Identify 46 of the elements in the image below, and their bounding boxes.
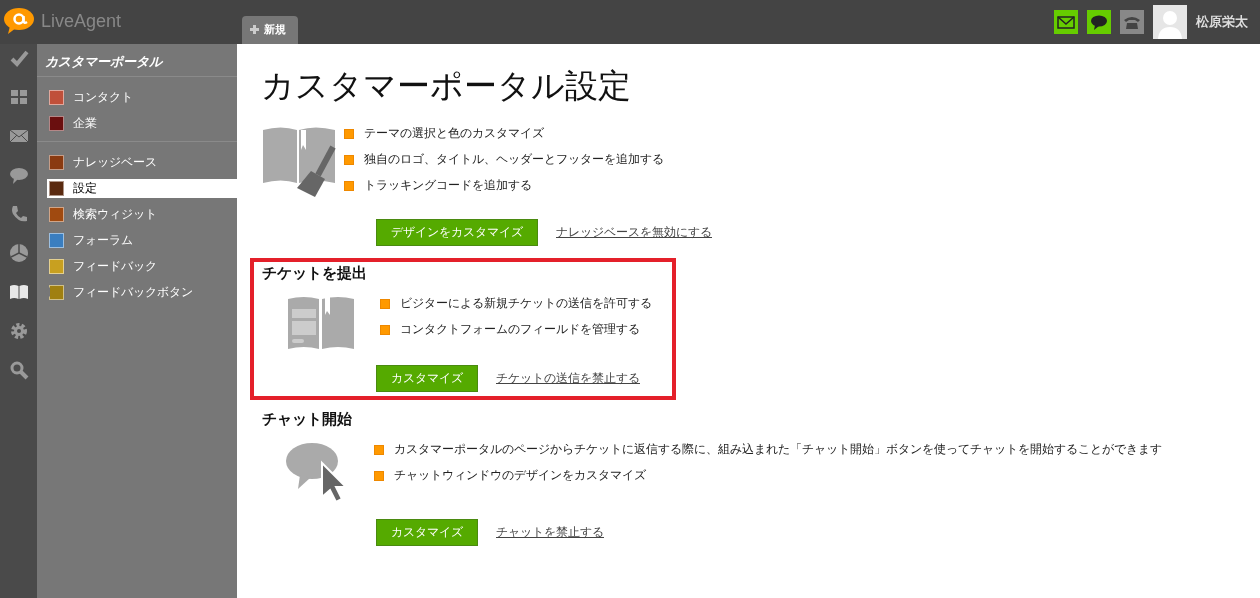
customize-button[interactable]: カスタマイズ bbox=[376, 365, 478, 392]
feature-text: カスタマーポータルのページからチケットに返信する際に、組み込まれた「チャット開始」ボタンを使ってチャットを開始することができます bbox=[394, 441, 1162, 458]
feature-text: ビジターによる新規チケットの送信を許可する bbox=[400, 295, 652, 312]
feature-text: チャットウィンドウのデザインをカスタマイズ bbox=[394, 467, 646, 484]
checkmark-icon[interactable] bbox=[8, 48, 29, 68]
bullet-icon bbox=[344, 154, 354, 165]
gear-icon[interactable] bbox=[8, 321, 29, 341]
pie-icon[interactable] bbox=[8, 243, 29, 263]
logo-text: LiveAgent bbox=[41, 10, 122, 32]
feature-text: トラッキングコードを追加する bbox=[364, 177, 532, 194]
plus-icon bbox=[250, 25, 259, 34]
bullet-icon bbox=[374, 444, 384, 455]
customize-button[interactable]: デザインをカスタマイズ bbox=[376, 219, 538, 246]
disable-link[interactable]: チャットを禁止する bbox=[496, 524, 604, 541]
section-title: チャット開始 bbox=[262, 410, 353, 429]
book-form-icon bbox=[288, 295, 354, 351]
page-title: カスタマーポータル設定 bbox=[261, 65, 632, 107]
sidebar-item[interactable]: フィードバックボタン bbox=[47, 283, 237, 302]
phone-icon[interactable] bbox=[1120, 10, 1144, 34]
bullet-icon bbox=[380, 298, 390, 309]
bullet-icon bbox=[374, 470, 384, 481]
user-name[interactable]: 松原栄太 bbox=[1196, 13, 1260, 31]
feature-text: コンタクトフォームのフィールドを管理する bbox=[400, 321, 640, 338]
feature-text: テーマの選択と色のカスタマイズ bbox=[364, 125, 544, 142]
bullet-icon bbox=[344, 128, 354, 139]
bullet-icon bbox=[380, 324, 390, 335]
bullet-icon bbox=[344, 180, 354, 191]
sidebar-item[interactable]: 設定 bbox=[47, 179, 237, 198]
disable-link[interactable]: チケットの送信を禁止する bbox=[496, 370, 640, 387]
sidebar-item[interactable]: コンタクト bbox=[47, 88, 237, 107]
sidebar-item[interactable]: フォーラム bbox=[47, 231, 237, 250]
customize-button[interactable]: カスタマイズ bbox=[376, 519, 478, 546]
mail-icon[interactable] bbox=[1054, 10, 1078, 34]
new-tab[interactable]: 新規 bbox=[242, 16, 298, 44]
section-title: チケットを提出 bbox=[262, 264, 368, 283]
book-icon[interactable] bbox=[8, 282, 29, 302]
sidebar-item[interactable]: ナレッジベース bbox=[47, 153, 237, 172]
feature-text: 独自のロゴ、タイトル、ヘッダーとフッターを追加する bbox=[364, 151, 664, 168]
disable-link[interactable]: ナレッジベースを無効にする bbox=[556, 224, 712, 241]
chat-icon[interactable] bbox=[1087, 10, 1111, 34]
sidebar-item[interactable]: 企業 bbox=[47, 114, 237, 133]
search-icon[interactable] bbox=[8, 360, 29, 380]
logo-icon bbox=[4, 8, 36, 34]
grid-icon[interactable] bbox=[8, 87, 29, 107]
sidebar-item[interactable]: 検索ウィジット bbox=[47, 205, 237, 224]
sidebar-item[interactable]: フィードバック bbox=[47, 257, 237, 276]
